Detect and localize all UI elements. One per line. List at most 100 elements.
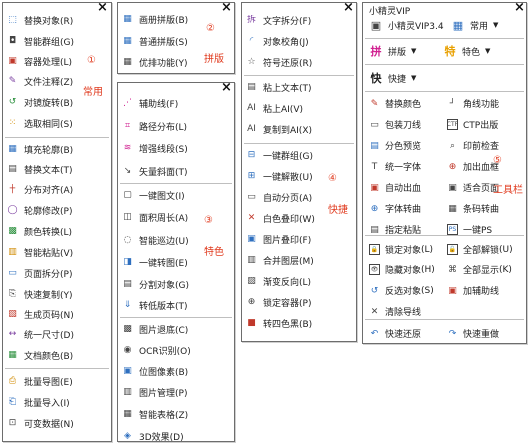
menu-item[interactable]: ◯ 轮廓修改(P) — [7, 202, 72, 219]
toolbar-button[interactable]: CTP CTP出版 — [447, 116, 498, 133]
menu-item[interactable]: ▦ 填充轮廓(B) — [7, 141, 73, 158]
menu-item[interactable]: ◘ 智能群组(G) — [7, 33, 74, 50]
toolbar-button[interactable]: ✎ 替换颜色 — [369, 95, 421, 112]
dropdown-imposition[interactable]: 拼 拼版 ▼ — [369, 41, 417, 61]
toolbar-button-label: 包装刀线 — [385, 121, 422, 131]
menu-item[interactable]: 拆文字拆分(F) — [246, 12, 311, 29]
menu-item[interactable]: ▤ 替换文本(T) — [7, 161, 72, 178]
menu-item[interactable]: ⁙ 选取相同(S) — [7, 115, 73, 132]
menu-item[interactable]: ◈ 3D效果(D) — [122, 428, 184, 445]
toolbar-button[interactable]: 🔒 锁定对象 (L) — [369, 241, 433, 258]
menu-item-label: 位图像素(B) — [139, 368, 189, 378]
menu-item[interactable]: ▦ 画册拼版(B) — [122, 11, 188, 28]
menu-item-label: 复制到AI(X) — [263, 126, 312, 136]
menu-item[interactable]: ▭ 页面拆分(P) — [7, 265, 72, 282]
toolbar-button[interactable]: ⊕ 字体转曲 — [369, 200, 421, 217]
menu-item[interactable]: ▭ 自动分页(A) — [246, 189, 312, 206]
toolbar-button[interactable]: T 统一字体 — [369, 158, 421, 175]
menu-item[interactable]: ⎗ 批量导入(I) — [7, 394, 70, 411]
toolbar-button[interactable]: ⌕ 印前检查 — [447, 137, 499, 154]
menu-item[interactable]: AI 复制到AI(X) — [246, 121, 312, 138]
close-icon[interactable]: × — [343, 1, 354, 14]
menu-item[interactable]: ▧ 生成页码(N) — [7, 306, 74, 323]
toolbar-button-icon: ↷ — [448, 328, 457, 339]
menu-item[interactable]: ▦ 普通拼版(S) — [122, 33, 188, 50]
menu-item[interactable]: ⌗ 路径分布(L) — [122, 118, 187, 135]
menu-item[interactable]: ▩ 颜色转换(L) — [7, 223, 72, 240]
toolbar-button[interactable]: ┘ 角线功能 — [447, 95, 499, 112]
menu-item[interactable]: ◜ 对象校角(J) — [246, 33, 309, 50]
close-icon[interactable]: × — [221, 81, 232, 94]
menu-item[interactable]: ▨ 渐变反向(L) — [246, 273, 311, 290]
dropdown-shortcut[interactable]: 快 快捷 ▼ — [369, 68, 417, 88]
menu-item[interactable]: ⊞ 一键解散(U) — [246, 168, 313, 185]
toolbar-button[interactable]: ▦ 条码转曲 — [447, 200, 499, 217]
toolbar-button[interactable]: 👁 隐藏对象 (H) — [369, 261, 435, 278]
toolbar-button[interactable]: ✕ 清除导线 — [369, 303, 421, 320]
version-button[interactable]: ▣ 小精灵VIP3.4 — [369, 15, 444, 35]
toolbar-button[interactable]: ↷ 快速重做 — [447, 325, 499, 342]
menu-item[interactable]: ▢ 一键图文(I) — [122, 187, 184, 204]
menu-item-label: 合并图层(M) — [263, 257, 314, 267]
menu-item[interactable]: ↔ 统一尺寸(D) — [7, 326, 74, 343]
close-icon[interactable]: × — [97, 1, 108, 14]
close-icon[interactable]: × — [221, 1, 232, 14]
toolbar-button[interactable]: ▭ 包装刀线 — [369, 116, 421, 133]
close-icon[interactable]: × — [514, 1, 525, 14]
menu-item[interactable]: ▥ 智能粘贴(V) — [7, 244, 73, 261]
dropdown-common[interactable]: ▦ 常用 ▼ — [451, 15, 499, 35]
toolbar-button-shortcut: (H) — [421, 264, 435, 275]
menu-item-label: 转低版本(T) — [139, 302, 188, 312]
toolbar-button[interactable]: ▤ 分色预览 — [369, 137, 421, 154]
dropdown-special[interactable]: 特 特色 ▼ — [443, 41, 491, 61]
menu-item[interactable]: ▣ 位图像素(B) — [122, 363, 188, 380]
menu-item[interactable]: ▦ 智能表格(Z) — [122, 406, 188, 423]
toolbar-button[interactable]: ⌘ 全部显示 (K) — [447, 261, 512, 278]
toolbar-button[interactable]: ▣ 自动出血 — [369, 179, 421, 196]
menu-item[interactable]: ▥ 合并图层(M) — [246, 252, 314, 269]
toolbar-button[interactable]: ▣ 适合页面 — [447, 179, 499, 196]
menu-item[interactable]: ⎙ 批量导图(E) — [7, 373, 73, 390]
menu-item[interactable]: ▩ 图片退底(C) — [122, 321, 188, 338]
menu-item[interactable]: ◉ OCR识别(O) — [122, 342, 191, 359]
menu-item[interactable]: ▤ 分割对象(G) — [122, 276, 189, 293]
menu-item-icon: ▣ — [8, 56, 17, 66]
menu-item[interactable]: ✎ 文件注释(Z) — [7, 73, 73, 90]
toolbar-button[interactable]: ↺ 反选对象 (S) — [369, 282, 434, 299]
menu-item[interactable]: ▦ 优排功能(Y) — [122, 54, 187, 71]
menu-item[interactable]: ▣ 容器处理(L) — [7, 53, 72, 70]
toolbar-button-label: 全部解锁 — [463, 246, 500, 256]
menu-item[interactable]: AI 粘上AI(V) — [246, 100, 303, 117]
toolbar-button[interactable]: ⊕ 加出血框 — [447, 158, 499, 175]
menu-item[interactable]: ■ 转四色黑(B) — [246, 315, 312, 332]
menu-item-icon: ▨ — [247, 276, 256, 286]
menu-item[interactable]: ⋰ 辅助线(F) — [122, 95, 178, 112]
toolbar-button[interactable]: 🔓 全部解锁 (U) — [447, 241, 513, 258]
menu-item[interactable]: ⬚ 替换对象(R) — [7, 12, 73, 29]
menu-item[interactable]: ◌ 智能巡边(U) — [122, 232, 189, 249]
toolbar-button[interactable]: ▣ 加辅助线 — [447, 282, 499, 299]
annotation-number-3: ③ — [204, 215, 213, 226]
menu-item[interactable]: ☆ 符号还原(R) — [246, 54, 312, 71]
menu-item[interactable]: ↘ 矢量斜面(T) — [122, 163, 188, 180]
menu-item[interactable]: ┼ 分布对齐(A) — [7, 181, 73, 198]
menu-item[interactable]: ▦ 文档颜色(B) — [7, 347, 73, 364]
menu-item[interactable]: ↺ 对镜旋转(B) — [7, 94, 73, 111]
toolbar-button[interactable]: ↶ 快速还原 — [369, 325, 421, 342]
menu-item[interactable]: ▣ 图片叠印(F) — [246, 231, 311, 248]
menu-item[interactable]: ≋ 增强线段(S) — [122, 140, 188, 157]
menu-item-label: 替换对象(R) — [24, 17, 74, 27]
menu-item-icon: ▦ — [123, 14, 132, 24]
menu-item[interactable]: ✕ 白色叠印(W) — [246, 210, 315, 227]
menu-item[interactable]: ⊡ 可变数据(N) — [7, 415, 74, 432]
menu-item[interactable]: ▥ 图片管理(P) — [122, 384, 187, 401]
dropdown-imposition-label: 拼版 — [388, 47, 407, 58]
menu-item[interactable]: ⇓ 转低版本(T) — [122, 297, 188, 314]
menu-item[interactable]: ⊕ 锁定容器(P) — [246, 294, 312, 311]
menu-item[interactable]: ◫ 面积周长(A) — [122, 209, 188, 226]
menu-item[interactable]: ⎘ 快速复制(Y) — [7, 286, 73, 303]
menu-item[interactable]: ◨ 一键转图(E) — [122, 254, 187, 271]
menu-item-icon: ■ — [247, 318, 256, 328]
menu-item[interactable]: ⊟ 一键群组(G) — [246, 147, 313, 164]
menu-item[interactable]: ▤ 粘上文本(T) — [246, 79, 311, 96]
